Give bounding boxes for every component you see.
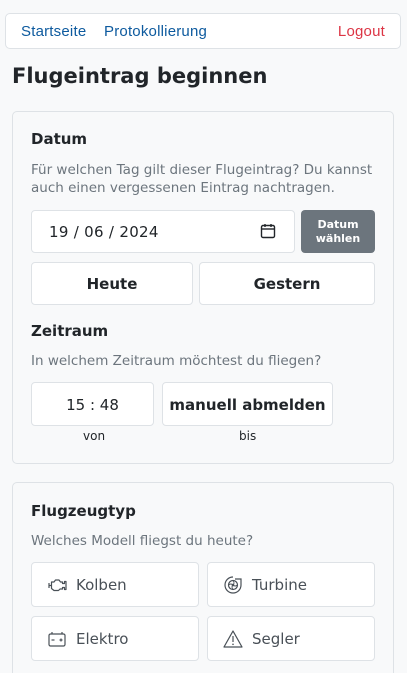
page-title: Flugeintrag beginnen [12,64,268,88]
nav-link-logout[interactable]: Logout [338,23,385,40]
from-label: von [83,429,106,443]
date-picker-label-1: Datum [317,218,359,231]
type-option-segler[interactable]: Segler [207,616,375,661]
end-time-button[interactable]: manuell abmelden [162,382,333,426]
end-time-value: manuell abmelden [169,396,326,414]
date-picker-button[interactable]: Datum wählen [301,210,375,253]
start-time-input[interactable]: 15 : 48 [31,382,154,426]
calendar-icon[interactable] [260,223,276,239]
type-option-elektro[interactable]: Elektro [31,616,199,661]
date-heading: Datum [31,130,88,148]
start-time-value: 15 : 48 [66,396,119,414]
today-button-label: Heute [86,275,138,293]
timerange-heading: Zeitraum [31,322,109,340]
aircraft-type-help: Welches Modell fliegst du heute? [31,533,254,549]
type-option-kolben[interactable]: Kolben [31,562,199,607]
date-help-line2: auch einen vergessenen Eintrag nachtrage… [31,180,335,196]
today-button[interactable]: Heute [31,262,193,305]
battery-icon [48,632,66,647]
date-picker-label-2: wählen [315,232,361,245]
timerange-help: In welchem Zeitraum möchtest du fliegen? [31,353,322,369]
type-option-elektro-label: Elektro [76,630,129,648]
glider-icon [223,630,243,648]
type-option-turbine-label: Turbine [252,576,307,594]
type-option-segler-label: Segler [252,630,300,648]
aircraft-type-heading: Flugzeugtyp [31,502,136,520]
nav-link-home[interactable]: Startseite [21,23,86,40]
yesterday-button[interactable]: Gestern [199,262,375,305]
nav-link-log[interactable]: Protokollierung [104,23,207,40]
yesterday-button-label: Gestern [253,275,321,293]
date-input[interactable]: 19 / 06 / 2024 [31,210,295,253]
date-input-value: 19 / 06 / 2024 [49,223,159,241]
engine-icon [48,579,67,592]
top-nav: Startseite Protokollierung Logout [5,13,401,49]
turbine-icon [224,576,242,594]
type-option-turbine[interactable]: Turbine [207,562,375,607]
to-label: bis [239,429,257,443]
type-option-kolben-label: Kolben [76,576,127,594]
